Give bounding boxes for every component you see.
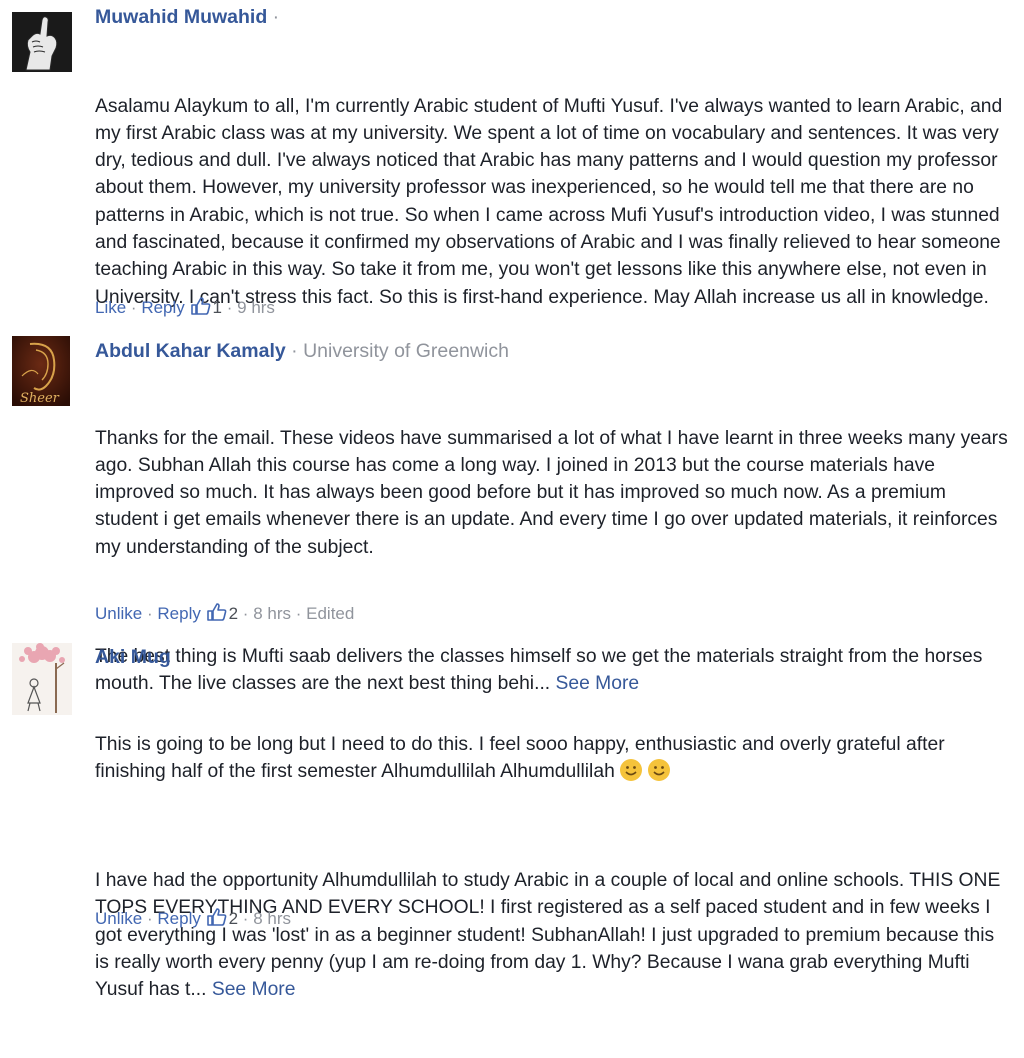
like-count: 2 (228, 909, 239, 928)
reply-button[interactable]: Reply (157, 909, 200, 928)
like-button[interactable]: Like (95, 298, 126, 317)
comment-paragraph: Thanks for the email. These videos have … (95, 427, 1014, 558)
separator: · (242, 909, 249, 928)
author-name[interactable]: Aki Mug (95, 646, 171, 668)
thumbs-up-icon[interactable] (190, 297, 211, 315)
calligraphy-portrait-icon: Sheer (12, 336, 70, 406)
thumbs-up-icon[interactable] (206, 908, 227, 926)
separator: · (295, 604, 302, 623)
comment-paragraph: I have had the opportunity Alhumdullilah… (95, 867, 1013, 1003)
comment-header: Abdul Kahar Kamaly · University of Green… (95, 339, 1013, 363)
separator: · (226, 298, 233, 317)
smiley-emoji-icon (647, 758, 670, 781)
avatar[interactable]: Sheer (12, 336, 70, 406)
author-affiliation[interactable]: University of Greenwich (303, 340, 509, 362)
see-more-link[interactable]: See More (212, 979, 296, 1000)
avatar-text: Sheer (20, 391, 60, 406)
tree-figure-icon (12, 643, 72, 715)
timestamp[interactable]: 8 hrs (253, 604, 291, 623)
separator: · (130, 298, 137, 317)
thumbs-up-icon[interactable] (206, 603, 227, 621)
unlike-button[interactable]: Unlike (95, 604, 142, 623)
avatar[interactable] (12, 643, 72, 715)
paragraph-text: This is going to be long but I need to d… (95, 733, 950, 782)
smiley-emoji-icon (619, 758, 642, 781)
unlike-button[interactable]: Unlike (95, 909, 142, 928)
avatar[interactable] (12, 12, 72, 72)
reply-button[interactable]: Reply (157, 604, 200, 623)
separator: · (146, 909, 153, 928)
comment-header: Muwahid Muwahid · (95, 5, 1013, 29)
comment-paragraph: This is going to be long but I need to d… (95, 731, 1013, 786)
reply-button[interactable]: Reply (141, 298, 184, 317)
comment-text: This is going to be long but I need to d… (95, 676, 1013, 1058)
separator: · (291, 340, 298, 362)
comment-paragraph: Asalamu Alaykum to all, I'm currently Ar… (95, 95, 1008, 308)
comment-actions: Unlike · Reply 2 · 8 hrs · Edited (95, 603, 354, 624)
edited-label[interactable]: Edited (306, 604, 354, 623)
timestamp[interactable]: 8 hrs (253, 909, 291, 928)
separator: · (242, 604, 249, 623)
author-name[interactable]: Abdul Kahar Kamaly (95, 340, 286, 362)
timestamp[interactable]: 9 hrs (237, 298, 275, 317)
like-count: 1 (212, 298, 222, 317)
comment-header: Aki Mug (95, 645, 1013, 669)
author-name[interactable]: Muwahid Muwahid (95, 6, 267, 28)
comment-actions: Unlike · Reply 2 · 8 hrs (95, 908, 291, 929)
like-count: 2 (228, 604, 239, 623)
separator: · (272, 6, 280, 28)
separator: · (146, 604, 153, 623)
comment-actions: Like · Reply 1 · 9 hrs (95, 297, 275, 318)
raised-fist-icon (12, 12, 72, 72)
